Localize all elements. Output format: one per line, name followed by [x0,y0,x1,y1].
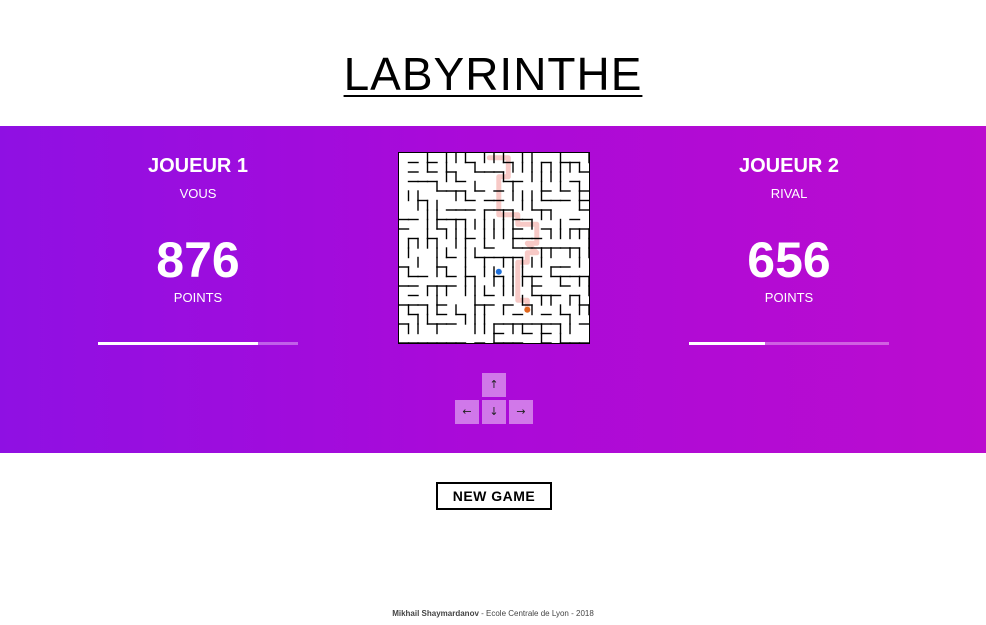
player2-marker [524,306,531,313]
move-down-button[interactable]: ↓ [482,400,506,424]
player2-progress-fill [689,342,765,345]
player1-progress-bar [98,342,298,345]
new-game-button[interactable]: NEW GAME [436,482,552,510]
move-right-button[interactable]: → [509,400,533,424]
footer: Mikhail Shaymardanov - Ecole Centrale de… [0,609,986,619]
player2-points-label: POINTS [764,290,814,305]
move-up-button[interactable]: ↑ [482,373,506,397]
player2-score: 656 [747,232,831,288]
player1-role: VOUS [179,186,217,201]
footer-credits: - Ecole Centrale de Lyon - 2018 [478,609,594,618]
maze-walls [398,152,590,344]
player2-name: JOUEUR 2 [738,155,840,177]
move-left-button[interactable]: ← [455,400,479,424]
player1-points-label: POINTS [173,290,223,305]
footer-author: Mikhail Shaymardanov [392,609,479,618]
maze-grid [398,152,590,344]
title-text: LABYRINTHE [343,48,643,100]
player2-progress-bar [689,342,889,345]
player1-progress-fill [98,342,258,345]
player1-name: JOUEUR 1 [147,155,249,177]
player1-score: 876 [156,232,240,288]
player1-marker [495,268,502,275]
player2-card: JOUEUR 2 RIVAL 656 POINTS [689,154,889,306]
maze-board[interactable] [398,152,590,344]
player1-card: JOUEUR 1 VOUS 876 POINTS [98,154,298,306]
page-title: LABYRINTHE [0,48,986,100]
player2-role: RIVAL [770,186,808,201]
game-panel: JOUEUR 1 VOUS 876 POINTS JOUEUR 2 RIVAL … [0,126,986,453]
